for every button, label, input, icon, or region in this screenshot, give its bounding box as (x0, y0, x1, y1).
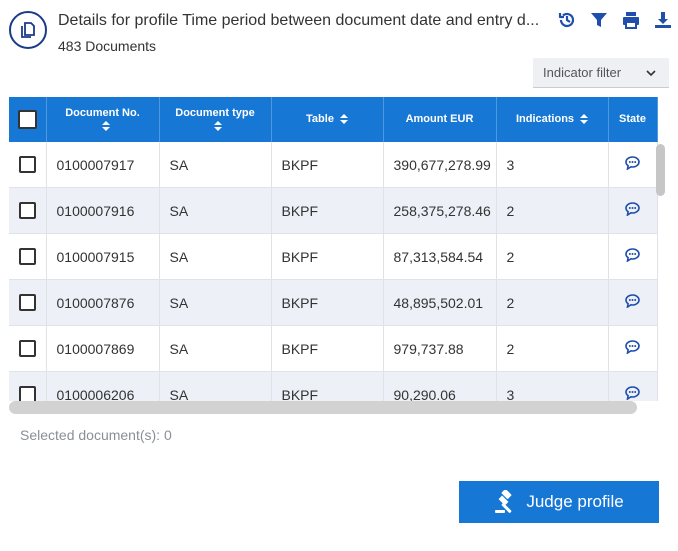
cell-table: BKPF (271, 325, 384, 372)
column-label: Document No. (65, 106, 140, 119)
sort-icon (580, 114, 589, 125)
table-row[interactable]: 0100007869 SA BKPF 979,737.88 2 (9, 325, 658, 372)
comment-icon[interactable] (625, 294, 640, 309)
cell-table: BKPF (271, 142, 384, 188)
vertical-scrollbar[interactable] (656, 144, 665, 196)
cell-state (608, 279, 658, 326)
row-select-cell (9, 142, 47, 188)
cell-indications: 2 (496, 187, 609, 234)
row-checkbox[interactable] (18, 340, 36, 358)
cell-document-no: 0100006206 (46, 371, 160, 401)
cell-table: BKPF (271, 233, 384, 280)
cell-document-type: SA (159, 187, 272, 234)
cell-document-type: SA (159, 325, 272, 372)
history-icon[interactable] (556, 9, 578, 31)
row-checkbox[interactable] (18, 156, 36, 174)
comment-icon[interactable] (625, 248, 640, 263)
row-select-cell (9, 233, 47, 280)
cell-document-no: 0100007916 (46, 187, 160, 234)
table-body: 0100007917 SA BKPF 390,677,278.99 3 0100… (9, 142, 658, 401)
select-all-checkbox[interactable] (17, 110, 37, 129)
cell-document-type: SA (159, 233, 272, 280)
cell-state (608, 233, 658, 280)
cell-indications: 2 (496, 325, 609, 372)
column-label: Table (306, 113, 334, 125)
cell-state (608, 371, 658, 401)
sort-icon (339, 114, 348, 125)
cell-document-type: SA (159, 142, 272, 188)
table-row[interactable]: 0100006206 SA BKPF 90,290.06 3 (9, 371, 658, 401)
print-icon[interactable] (620, 9, 642, 31)
column-header-document-no[interactable]: Document No. (46, 97, 160, 142)
page-title: Details for profile Time period between … (58, 12, 540, 29)
column-header-document-type[interactable]: Document type (159, 97, 272, 142)
download-icon[interactable] (652, 9, 674, 31)
horizontal-scrollbar[interactable] (9, 401, 637, 414)
comment-icon[interactable] (625, 202, 640, 217)
cell-state (608, 142, 658, 188)
column-label: Document type (175, 106, 255, 119)
judge-profile-label: Judge profile (526, 492, 624, 511)
cell-amount: 258,375,278.46 (383, 187, 497, 234)
cell-indications: 2 (496, 279, 609, 326)
cell-document-no: 0100007915 (46, 233, 160, 280)
comment-icon[interactable] (625, 386, 640, 401)
indicator-filter-select[interactable]: Indicator filter (533, 58, 669, 88)
cell-amount: 979,737.88 (383, 325, 497, 372)
row-checkbox[interactable] (18, 202, 36, 220)
comment-icon[interactable] (625, 156, 640, 171)
cell-indications: 3 (496, 371, 609, 401)
cell-amount: 90,290.06 (383, 371, 497, 401)
judge-profile-button[interactable]: Judge profile (459, 481, 659, 523)
column-header-table[interactable]: Table (271, 97, 384, 142)
indicator-filter-label: Indicator filter (543, 65, 622, 80)
row-checkbox[interactable] (18, 248, 36, 266)
table-row[interactable]: 0100007916 SA BKPF 258,375,278.46 2 (9, 187, 658, 234)
cell-table: BKPF (271, 371, 384, 401)
chevron-down-icon (646, 70, 656, 77)
cell-table: BKPF (271, 279, 384, 326)
toolbar (556, 9, 674, 31)
cell-state (608, 187, 658, 234)
row-select-cell (9, 187, 47, 234)
row-select-cell (9, 279, 47, 326)
column-header-indications[interactable]: Indications (496, 97, 609, 142)
row-select-cell (9, 371, 47, 401)
cell-document-no: 0100007917 (46, 142, 160, 188)
filter-icon[interactable] (588, 9, 610, 31)
cell-indications: 2 (496, 233, 609, 280)
column-label: Amount EUR (405, 113, 474, 125)
column-header-amount[interactable]: Amount EUR (383, 97, 497, 142)
documents-table: Document No. Document type Table Amount … (9, 97, 669, 401)
cell-indications: 3 (496, 142, 609, 188)
table-row[interactable]: 0100007876 SA BKPF 48,895,502.01 2 (9, 279, 658, 326)
row-select-cell (9, 325, 47, 372)
sort-icon (214, 120, 222, 131)
cell-table: BKPF (271, 187, 384, 234)
cell-document-type: SA (159, 279, 272, 326)
table-row[interactable]: 0100007915 SA BKPF 87,313,584.54 2 (9, 233, 658, 280)
cell-document-no: 0100007876 (46, 279, 160, 326)
column-header-state[interactable]: State (608, 97, 658, 142)
row-checkbox[interactable] (18, 386, 36, 401)
document-count: 483 Documents (58, 38, 157, 54)
gavel-icon (495, 490, 512, 513)
cell-document-type: SA (159, 371, 272, 401)
row-checkbox[interactable] (18, 294, 36, 312)
cell-amount: 48,895,502.01 (383, 279, 497, 326)
cell-document-no: 0100007869 (46, 325, 160, 372)
cell-state (608, 325, 658, 372)
column-label: Indications (515, 113, 575, 125)
profile-documents-icon (9, 11, 47, 49)
sort-icon (101, 120, 110, 131)
selected-documents-count: Selected document(s): 0 (20, 427, 172, 443)
select-all-header (9, 97, 47, 142)
table-row[interactable]: 0100007917 SA BKPF 390,677,278.99 3 (9, 142, 658, 188)
comment-icon[interactable] (625, 340, 640, 355)
cell-amount: 390,677,278.99 (383, 142, 497, 188)
cell-amount: 87,313,584.54 (383, 233, 497, 280)
column-label: State (619, 113, 646, 125)
